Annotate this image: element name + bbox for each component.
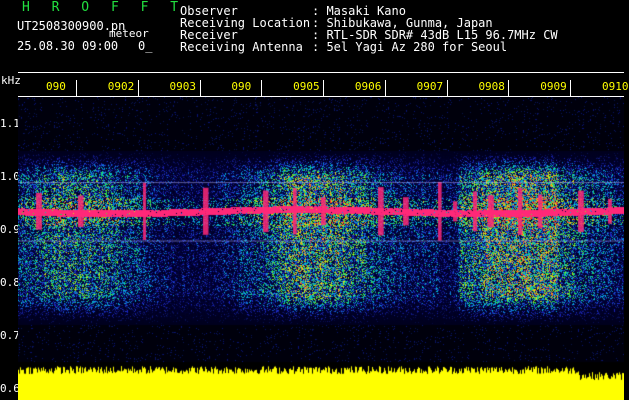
- y-axis-label: kHz: [1, 74, 21, 87]
- spectrogram-canvas: [18, 97, 624, 400]
- time-tick-mark: [446, 80, 448, 96]
- time-tick-mark: [261, 80, 263, 96]
- time-tick-label: 0906: [354, 80, 382, 93]
- antenna-value: : 5el Yagi Az 280 for Seoul: [312, 40, 508, 54]
- time-axis-top-line: [18, 72, 624, 73]
- app-title: H R O F F T: [22, 0, 186, 15]
- spectrogram-panel: [18, 97, 624, 400]
- y-tick-label: 1.1: [0, 116, 20, 130]
- time-tick-mark: [384, 80, 386, 96]
- time-tick-label: 0903: [169, 80, 197, 93]
- y-tick-label: 0.9: [0, 222, 20, 236]
- time-tick-label: 0909: [540, 80, 567, 93]
- time-tick-mark: [76, 80, 77, 96]
- y-tick-label: 0.7: [0, 329, 20, 343]
- time-tick-mark: [323, 80, 325, 96]
- time-tick-label: 090: [231, 80, 252, 93]
- time-tick-label: 0908: [478, 80, 505, 93]
- y-tick-label: 1.0: [0, 169, 20, 183]
- y-tick-label: 0.6: [0, 382, 20, 396]
- time-tick-mark: [137, 80, 139, 96]
- time-tick-mark: [570, 80, 572, 96]
- time-tick-label: 0907: [416, 80, 444, 93]
- time-tick-label: 0902: [107, 80, 135, 93]
- antenna-label: Receiving Antenna: [180, 40, 303, 54]
- y-tick-label: 0.8: [0, 276, 20, 290]
- time-tick-label: 0905: [293, 80, 320, 93]
- time-tick-label: 0910: [602, 80, 629, 93]
- time-tick-mark: [508, 80, 510, 96]
- time-tick-label: 090: [46, 80, 66, 93]
- time-tick-mark: [199, 80, 201, 96]
- datetime-label: 25.08.30 09:00: [17, 39, 119, 53]
- counter-label: 0_: [138, 39, 153, 53]
